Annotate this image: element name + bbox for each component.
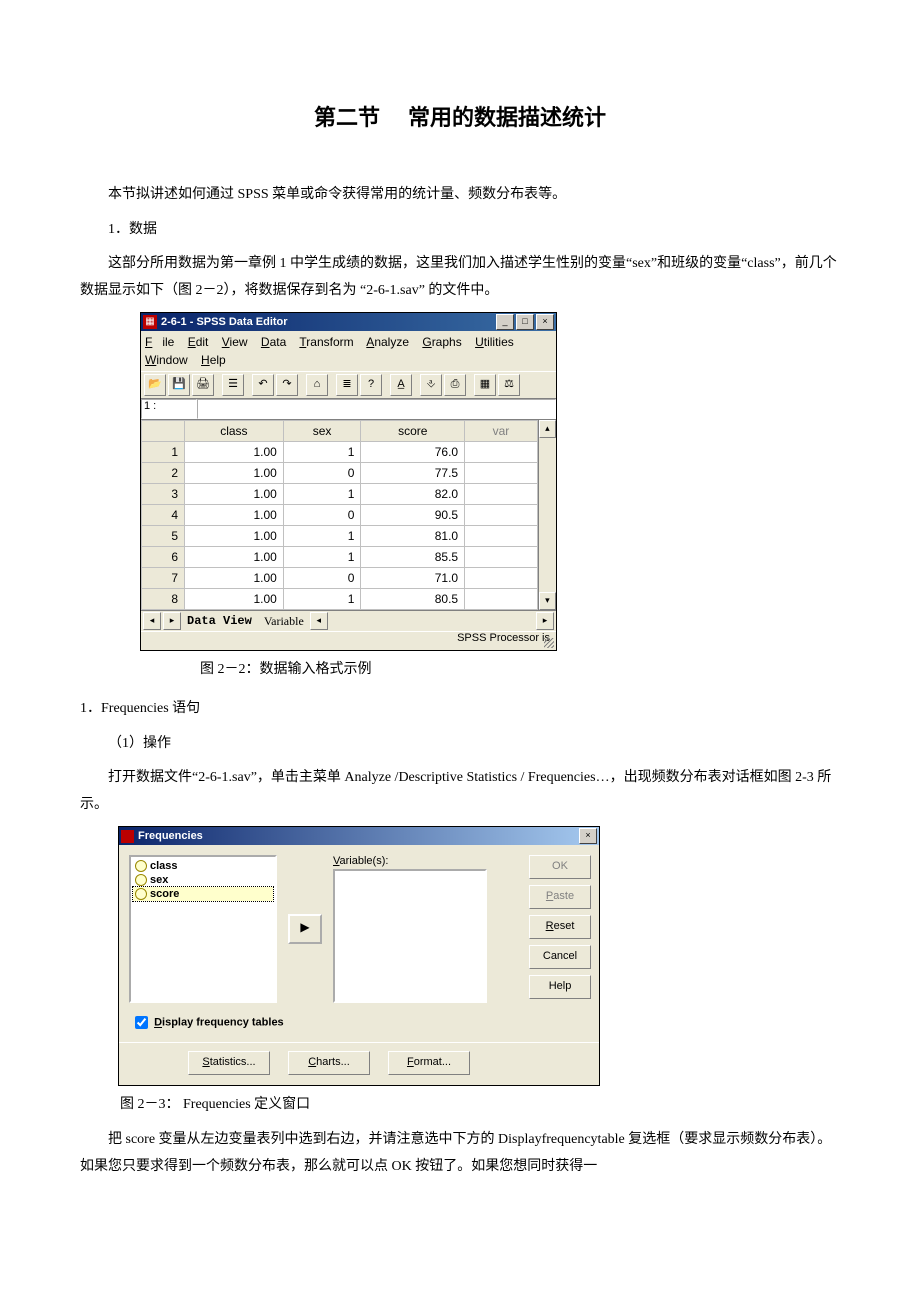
scale-icon [135, 860, 147, 872]
tab-variable-view[interactable]: Variable [258, 614, 310, 629]
col-class[interactable]: class [185, 421, 284, 442]
menu-data[interactable]: Data [261, 335, 286, 349]
maximize-button[interactable]: □ [516, 314, 534, 330]
paste-button[interactable]: Paste [529, 885, 591, 909]
para-last: 把 score 变量从左边变量表列中选到右边，并请注意选中下方的 Display… [80, 1127, 840, 1180]
table-row: 11.00176.0 [142, 442, 538, 463]
reset-button[interactable]: Reset [529, 915, 591, 939]
dialog-titlebar: Frequencies × [119, 827, 599, 845]
close-button[interactable]: × [536, 314, 554, 330]
spss-data-editor-window: ▦ 2-6-1 - SPSS Data Editor _ □ × File Ed… [140, 312, 557, 651]
cell-value-box[interactable] [197, 399, 556, 419]
col-sex[interactable]: sex [283, 421, 361, 442]
display-frequency-checkbox[interactable]: Display frequency tables [119, 1009, 599, 1042]
value-labels-icon[interactable]: ⚖ [498, 374, 520, 396]
insert-variable-icon[interactable]: ⎀ [420, 374, 442, 396]
sheet-tabs: ◂ ▸ Data View Variable ◂ ▸ [141, 610, 556, 631]
table-row: 71.00071.0 [142, 568, 538, 589]
table-row: 61.00185.5 [142, 547, 538, 568]
data-grid[interactable]: class sex score var 11.00176.0 21.00077.… [141, 420, 538, 610]
dialog-title: Frequencies [138, 830, 579, 842]
app-icon: ▦ [143, 315, 157, 329]
hscroll-right-icon[interactable]: ▸ [536, 612, 554, 630]
weight-cases-icon[interactable]: ▦ [474, 374, 496, 396]
table-row: 81.00180.5 [142, 589, 538, 610]
goto-case-icon[interactable]: ⌂ [306, 374, 328, 396]
open-icon[interactable]: 📂 [144, 374, 166, 396]
target-variable-list[interactable] [333, 869, 487, 1003]
scale-icon [135, 874, 147, 886]
menu-help[interactable]: Help [201, 353, 226, 367]
menu-view[interactable]: View [222, 335, 248, 349]
window-title: 2-6-1 - SPSS Data Editor [161, 316, 496, 328]
charts-button[interactable]: Charts... [288, 1051, 370, 1075]
menu-analyze[interactable]: Analyze [366, 335, 409, 349]
dialog-recall-icon[interactable]: ☰ [222, 374, 244, 396]
table-row: 21.00077.5 [142, 463, 538, 484]
menu-graphs[interactable]: Graphs [422, 335, 461, 349]
menu-transform[interactable]: Transform [299, 335, 353, 349]
menu-window[interactable]: Window [145, 353, 188, 367]
scroll-down-icon[interactable]: ▾ [539, 592, 556, 610]
list-item: score [133, 887, 273, 901]
hscroll-left-icon[interactable]: ◂ [310, 612, 328, 630]
col-score[interactable]: score [361, 421, 465, 442]
dialog-close-button[interactable]: × [579, 828, 597, 844]
scroll-up-icon[interactable]: ▴ [539, 420, 556, 438]
heading-frequencies: 1．Frequencies 语句 [80, 696, 840, 723]
ok-button[interactable]: OK [529, 855, 591, 879]
menu-file[interactable]: File [145, 335, 174, 349]
variables-icon[interactable]: ≣ [336, 374, 358, 396]
source-variable-list[interactable]: class sex score [129, 855, 277, 1003]
para-operation: （1）操作 [80, 731, 840, 758]
insert-case-icon[interactable]: A̲ [390, 374, 412, 396]
vertical-scrollbar[interactable]: ▴ ▾ [538, 420, 556, 610]
para-data-heading: 1．数据 [80, 217, 840, 244]
figure-2-3-caption: 图 2－3： Frequencies 定义窗口 [120, 1092, 840, 1119]
statistics-button[interactable]: Statistics... [188, 1051, 270, 1075]
para-open-file: 打开数据文件“2-6-1.sav”，单击主菜单 Analyze /Descrip… [80, 765, 840, 818]
corner-cell [142, 421, 185, 442]
horizontal-scrollbar[interactable]: ◂ ▸ [310, 612, 556, 630]
toolbar: 📂 💾 🖨 ☰ ↶ ↷ ⌂ ≣ ? A̲ ⎀ ⎙ ▦ ⚖ [141, 371, 556, 399]
list-item: class [133, 859, 273, 873]
checkbox-input[interactable] [135, 1016, 148, 1029]
tab-data-view[interactable]: Data View [181, 614, 258, 628]
target-label: Variable(s): [333, 855, 521, 867]
cell-name-box[interactable]: 1 : [141, 399, 197, 419]
table-row: 41.00090.5 [142, 505, 538, 526]
cell-editor: 1 : [141, 399, 556, 420]
tab-next-icon[interactable]: ▸ [163, 612, 181, 630]
para-intro: 本节拟讲述如何通过 SPSS 菜单或命令获得常用的统计量、频数分布表等。 [80, 182, 840, 209]
menubar: File Edit View Data Transform Analyze Gr… [141, 331, 556, 371]
cancel-button[interactable]: Cancel [529, 945, 591, 969]
print-icon[interactable]: 🖨 [192, 374, 214, 396]
menu-utilities[interactable]: Utilities [475, 335, 514, 349]
col-var[interactable]: var [465, 421, 538, 442]
status-bar: SPSS Processor is [141, 631, 556, 650]
para-data-desc: 这部分所用数据为第一章例 1 中学生成绩的数据，这里我们加入描述学生性别的变量“… [80, 251, 840, 304]
titlebar: ▦ 2-6-1 - SPSS Data Editor _ □ × [141, 313, 556, 331]
save-icon[interactable]: 💾 [168, 374, 190, 396]
frequencies-dialog: Frequencies × class sex score ▶ Variable… [118, 826, 600, 1086]
table-row: 51.00181.0 [142, 526, 538, 547]
minimize-button[interactable]: _ [496, 314, 514, 330]
scale-icon [135, 888, 147, 900]
redo-icon[interactable]: ↷ [276, 374, 298, 396]
resize-grip-icon[interactable] [544, 638, 554, 648]
figure-2-2-caption: 图 2－2：数据输入格式示例 [200, 657, 840, 684]
menu-edit[interactable]: Edit [188, 335, 209, 349]
format-button[interactable]: Format... [388, 1051, 470, 1075]
move-right-button[interactable]: ▶ [288, 914, 322, 944]
table-row: 31.00182.0 [142, 484, 538, 505]
split-file-icon[interactable]: ⎙ [444, 374, 466, 396]
tab-prev-icon[interactable]: ◂ [143, 612, 161, 630]
section-title: 第二节 常用的数据描述统计 [80, 100, 840, 132]
status-text: SPSS Processor is [457, 632, 550, 644]
list-item: sex [133, 873, 273, 887]
undo-icon[interactable]: ↶ [252, 374, 274, 396]
dialog-icon [121, 830, 134, 843]
help-button[interactable]: Help [529, 975, 591, 999]
find-icon[interactable]: ? [360, 374, 382, 396]
